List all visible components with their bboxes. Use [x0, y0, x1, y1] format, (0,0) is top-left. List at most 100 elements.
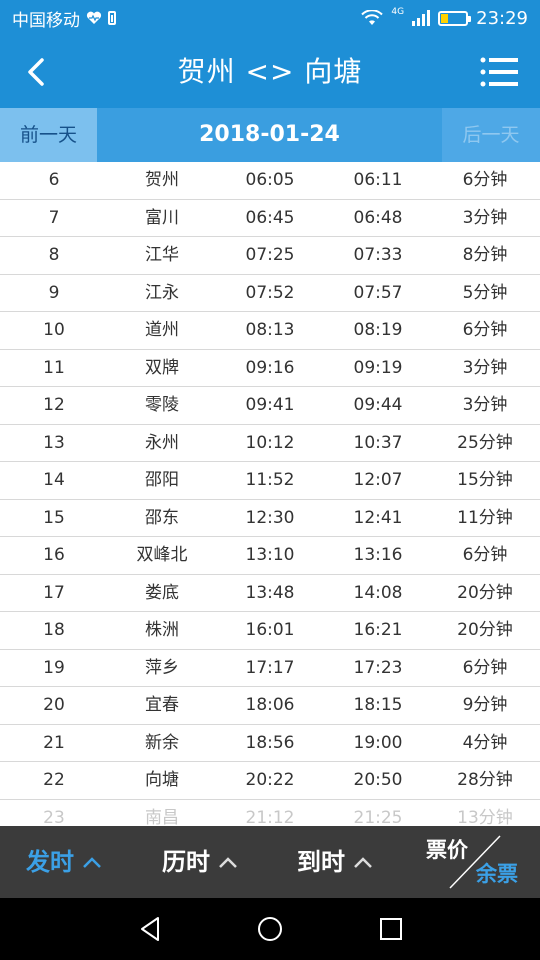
arrive-time: 13:48 [245, 582, 295, 603]
stop-duration: 20分钟 [457, 582, 513, 603]
circle-home-icon[interactable] [255, 914, 285, 944]
stop-duration: 25分钟 [457, 432, 513, 453]
chevron-up-icon [83, 857, 101, 868]
station-name: 双牌 [145, 357, 179, 378]
date-bar: 前一天 2018-01-24 后一天 [0, 108, 540, 162]
stop-number: 6 [48, 170, 60, 190]
sort-arrive-label: 到时 [297, 848, 345, 876]
stops-table[interactable]: 6 贺州 06:05 06:11 6分钟 7 富川 06:45 06:48 3分钟 8 江华 07:25… [0, 162, 540, 826]
stop-duration: 13分钟 [457, 807, 513, 827]
table-row[interactable]: 19 萍乡 17:17 17:23 6分钟 [0, 650, 540, 687]
sort-depart-button[interactable]: 发时 [26, 826, 102, 898]
stop-duration: 6分钟 [462, 657, 508, 678]
stop-duration: 8分钟 [462, 245, 508, 265]
stop-number: 13 [43, 432, 65, 453]
table-row[interactable]: 16 双峰北 13:10 13:16 6分钟 [0, 537, 540, 575]
sort-bar: 发时 历时 到时 票价 余票 [0, 826, 540, 898]
station-name: 江永 [145, 282, 179, 303]
prev-day-button[interactable]: 前一天 [0, 108, 97, 162]
table-row[interactable]: 9 江永 07:52 07:57 5分钟 [0, 275, 540, 312]
station-name: 邵阳 [145, 470, 179, 490]
table-row[interactable]: 23 南昌 21:12 21:25 13分钟 [0, 800, 540, 827]
square-recent-icon[interactable] [376, 914, 406, 944]
stop-duration: 5分钟 [462, 282, 508, 303]
table-row[interactable]: 8 江华 07:25 07:33 8分钟 [0, 237, 540, 275]
table-row[interactable]: 10 道州 08:13 08:19 6分钟 [0, 312, 540, 350]
table-row[interactable]: 18 株洲 16:01 16:21 20分钟 [0, 612, 540, 650]
current-date[interactable]: 2018-01-24 [97, 108, 442, 162]
arrive-time: 21:12 [245, 807, 295, 827]
battery-icon [438, 10, 472, 26]
stop-number: 10 [43, 320, 65, 340]
triangle-back-icon[interactable] [136, 914, 166, 944]
station-name: 向塘 [145, 770, 179, 790]
depart-time: 20:50 [353, 770, 403, 790]
stop-number: 17 [43, 582, 65, 603]
stop-duration: 9分钟 [462, 695, 508, 715]
hamburger-menu-icon[interactable] [480, 56, 518, 88]
sort-duration-button[interactable]: 历时 [162, 826, 238, 898]
station-name: 道州 [145, 320, 179, 340]
sort-duration-label: 历时 [162, 848, 210, 876]
table-row[interactable]: 13 永州 10:12 10:37 25分钟 [0, 425, 540, 462]
depart-time: 16:21 [353, 620, 403, 640]
heart-icon [86, 11, 102, 24]
stop-duration: 6分钟 [462, 320, 508, 340]
depart-time: 10:37 [353, 432, 403, 453]
stop-duration: 3分钟 [462, 357, 508, 378]
stop-duration: 3分钟 [462, 207, 508, 228]
arrive-time: 09:16 [245, 357, 295, 378]
stop-number: 21 [43, 732, 65, 753]
station-name: 富川 [145, 207, 179, 228]
stop-duration: 4分钟 [462, 732, 508, 753]
arrive-time: 11:52 [245, 470, 295, 490]
station-name: 永州 [145, 432, 179, 453]
table-row[interactable]: 6 贺州 06:05 06:11 6分钟 [0, 162, 540, 200]
stop-duration: 28分钟 [457, 770, 513, 790]
depart-time: 19:00 [353, 732, 403, 753]
table-row[interactable]: 14 邵阳 11:52 12:07 15分钟 [0, 462, 540, 500]
stop-number: 8 [48, 245, 60, 265]
station-name: 萍乡 [145, 657, 179, 678]
station-name: 邵东 [145, 507, 179, 528]
stop-number: 22 [43, 770, 65, 790]
sort-arrive-button[interactable]: 到时 [297, 826, 373, 898]
stop-number: 11 [43, 357, 65, 378]
stop-duration: 3分钟 [462, 395, 508, 415]
status-left: 中国移动 [12, 6, 116, 31]
arrive-time: 13:10 [245, 545, 295, 565]
stop-number: 12 [43, 395, 65, 415]
signal-icon [412, 10, 431, 26]
table-row[interactable]: 17 娄底 13:48 14:08 20分钟 [0, 575, 540, 612]
chevron-up-icon [219, 857, 237, 868]
price-remaining-toggle[interactable]: 票价 余票 [424, 826, 524, 898]
stop-number: 19 [43, 657, 65, 678]
table-row[interactable]: 12 零陵 09:41 09:44 3分钟 [0, 387, 540, 425]
arrive-time: 10:12 [245, 432, 295, 453]
station-name: 南昌 [145, 807, 179, 827]
station-name: 宜春 [145, 695, 179, 715]
next-day-button[interactable]: 后一天 [442, 108, 540, 162]
table-row[interactable]: 11 双牌 09:16 09:19 3分钟 [0, 350, 540, 387]
table-row[interactable]: 21 新余 18:56 19:00 4分钟 [0, 725, 540, 762]
arrive-time: 06:45 [245, 207, 295, 228]
sort-depart-label: 发时 [26, 848, 74, 876]
table-row[interactable]: 7 富川 06:45 06:48 3分钟 [0, 200, 540, 237]
station-name: 株洲 [145, 620, 179, 640]
arrive-time: 16:01 [245, 620, 295, 640]
depart-time: 18:15 [353, 695, 403, 715]
stop-duration: 6分钟 [462, 170, 508, 190]
title-bar: 贺州 <> 向塘 [0, 36, 540, 108]
table-row[interactable]: 20 宜春 18:06 18:15 9分钟 [0, 687, 540, 725]
station-name: 零陵 [145, 395, 179, 415]
stop-number: 14 [43, 470, 65, 490]
table-row[interactable]: 22 向塘 20:22 20:50 28分钟 [0, 762, 540, 800]
table-row[interactable]: 15 邵东 12:30 12:41 11分钟 [0, 500, 540, 537]
arrive-time: 09:41 [245, 395, 295, 415]
stop-number: 7 [48, 207, 60, 228]
arrive-time: 18:06 [245, 695, 295, 715]
system-nav-bar [0, 898, 540, 960]
stop-number: 23 [43, 807, 65, 827]
depart-time: 06:11 [353, 170, 403, 190]
arrive-time: 18:56 [245, 732, 295, 753]
